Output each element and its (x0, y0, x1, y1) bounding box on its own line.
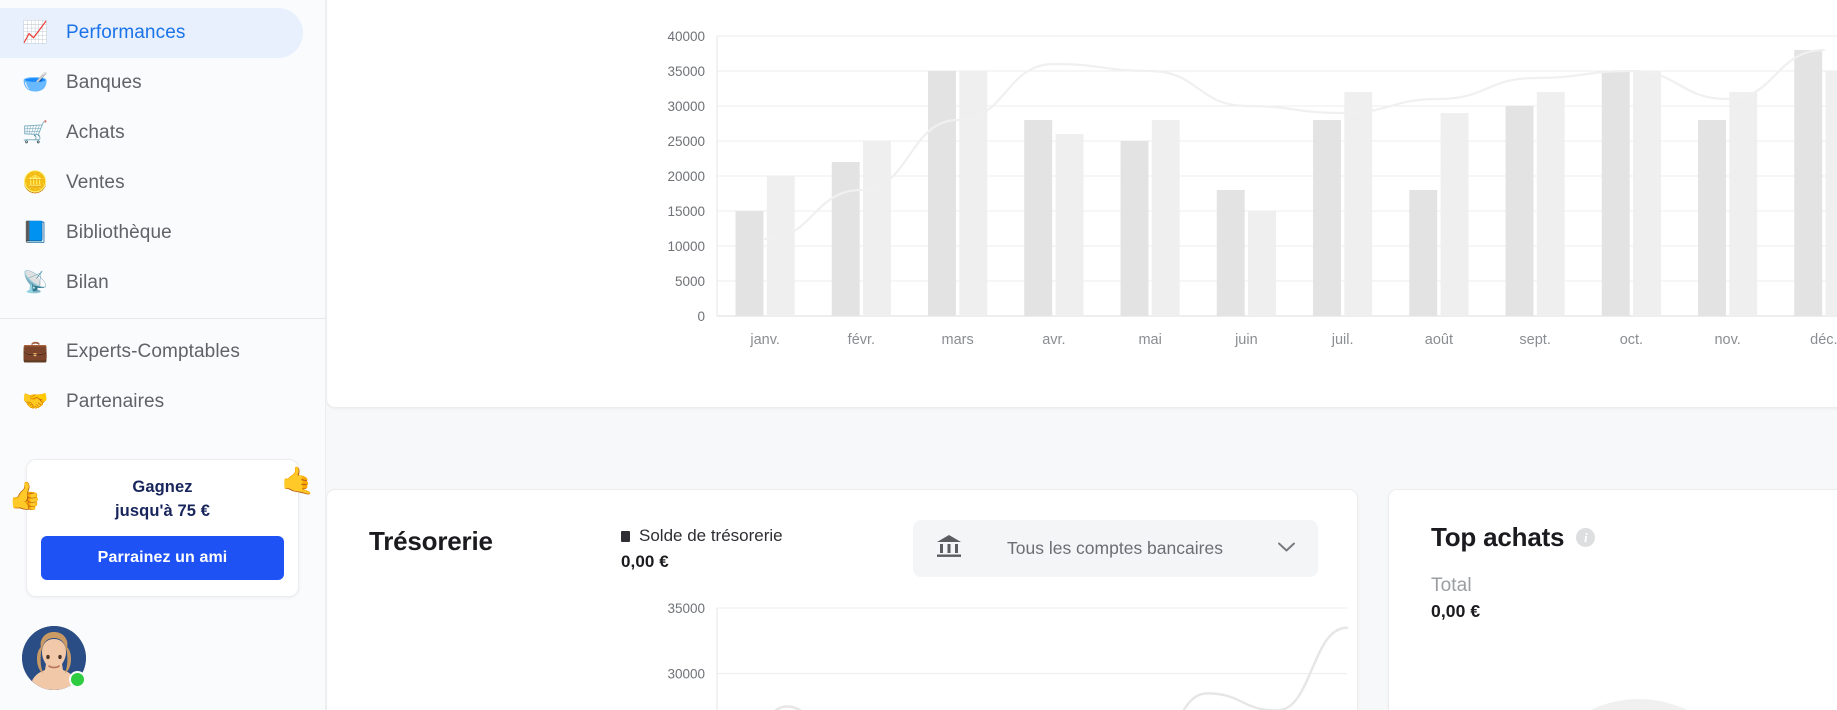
svg-text:févr.: févr. (848, 332, 875, 348)
performances-bar-chart[interactable]: 0 5000 10000 15000 20000 25000 30000 35000 40000… (327, 0, 1837, 409)
legend-swatch-icon (621, 530, 630, 542)
main-content: 0 5000 10000 15000 20000 25000 30000 35000 40000… (326, 0, 1837, 710)
svg-text:35000: 35000 (667, 64, 705, 79)
bank-bowl-icon: 🥣 (22, 71, 49, 94)
svg-text:avr.: avr. (1042, 332, 1065, 348)
promo-title: Gagnez (132, 478, 193, 496)
top-achats-card: Top achats i Total 0,00 € (1388, 489, 1837, 710)
svg-text:20000: 20000 (667, 169, 705, 184)
tresorerie-legend: Solde de trésorerie 0,00 € (621, 522, 913, 572)
sidebar-secondary-nav: 💼 Experts-Comptables 🤝 Partenaires (0, 327, 325, 427)
chevron-down-icon (1277, 540, 1296, 558)
briefcase-icon: 💼 (22, 340, 49, 363)
svg-text:5000: 5000 (675, 274, 705, 289)
promo-subtitle: jusqu'à 75 € (115, 501, 210, 520)
thumbs-up-icon: 👍 (8, 481, 42, 511)
top-achats-donut-wrapper (1389, 640, 1837, 710)
sidebar-item-label: Ventes (66, 172, 125, 193)
sidebar-item-banques[interactable]: 🥣 Banques (0, 58, 303, 108)
sidebar-item-performances[interactable]: 📈 Performances (0, 8, 303, 58)
coins-icon: 🪙 (22, 171, 49, 194)
tresorerie-header: Trésorerie Solde de trésorerie 0,00 € To… (327, 490, 1357, 577)
bank-icon (935, 533, 969, 564)
referral-promo-card: 👍 🤙 Gagnez jusqu'à 75 € Parrainez un ami (8, 459, 315, 597)
svg-text:août: août (1425, 332, 1453, 348)
svg-text:35000: 35000 (667, 601, 705, 616)
chart-increasing-icon: 📈 (22, 21, 49, 44)
sidebar-item-label: Banques (66, 72, 142, 93)
legend-label: Solde de trésorerie (639, 526, 783, 545)
svg-text:0: 0 (697, 309, 705, 324)
svg-text:15000: 15000 (667, 204, 705, 219)
sidebar-item-experts-comptables[interactable]: 💼 Experts-Comptables (0, 327, 303, 377)
svg-text:mars: mars (942, 332, 974, 348)
refer-a-friend-button[interactable]: Parrainez un ami (41, 535, 284, 580)
bank-account-select[interactable]: Tous les comptes bancaires (913, 520, 1318, 577)
svg-text:juin: juin (1234, 332, 1258, 348)
app-root: 📈 Performances 🥣 Banques 🛒 Achats 🪙 Vent… (0, 0, 1837, 710)
satellite-dish-icon: 📡 (22, 271, 49, 294)
svg-text:mai: mai (1138, 332, 1161, 348)
sidebar-item-label: Bibliothèque (66, 222, 172, 243)
tresorerie-card: Trésorerie Solde de trésorerie 0,00 € To… (326, 489, 1358, 710)
blue-book-icon: 📘 (22, 221, 49, 244)
bank-account-select-value: Tous les comptes bancaires (1007, 538, 1223, 558)
sidebar-item-label: Bilan (66, 272, 109, 293)
sidebar-item-bibliotheque[interactable]: 📘 Bibliothèque (0, 208, 303, 258)
call-me-hand-icon: 🤙 (281, 466, 315, 496)
svg-text:janv.: janv. (749, 332, 780, 348)
sidebar-item-achats[interactable]: 🛒 Achats (0, 108, 303, 158)
online-status-dot (69, 671, 86, 688)
svg-text:40000: 40000 (667, 29, 705, 44)
svg-text:30000: 30000 (667, 99, 705, 114)
shopping-cart-icon: 🛒 (22, 121, 49, 144)
performances-chart-card: 0 5000 10000 15000 20000 25000 30000 35000 40000… (326, 0, 1837, 408)
svg-text:sept.: sept. (1519, 332, 1550, 348)
sidebar-item-bilan[interactable]: 📡 Bilan (0, 258, 303, 308)
sidebar-primary-nav: 📈 Performances 🥣 Banques 🛒 Achats 🪙 Vent… (0, 8, 325, 308)
legend-value: 0,00 € (621, 552, 669, 571)
sidebar-item-label: Experts-Comptables (66, 341, 240, 362)
sidebar-item-label: Performances (66, 22, 186, 43)
svg-text:nov.: nov. (1714, 332, 1740, 348)
sidebar-item-label: Partenaires (66, 391, 165, 412)
top-achats-total-value: 0,00 € (1431, 601, 1481, 621)
sidebar-item-label: Achats (66, 122, 125, 143)
svg-text:10000: 10000 (667, 239, 705, 254)
svg-text:juil.: juil. (1331, 332, 1354, 348)
svg-text:oct.: oct. (1620, 332, 1643, 348)
top-achats-title: Top achats (1431, 522, 1565, 552)
sidebar: 📈 Performances 🥣 Banques 🛒 Achats 🪙 Vent… (0, 0, 326, 710)
svg-text:30000: 30000 (667, 667, 705, 682)
donut-chart-placeholder[interactable] (1469, 640, 1809, 710)
user-avatar-wrapper[interactable] (22, 626, 86, 690)
tresorerie-line-chart[interactable]: 250003000035000 (327, 590, 1359, 710)
sidebar-divider (0, 318, 325, 319)
top-achats-header: Top achats i (1389, 490, 1837, 553)
sidebar-item-ventes[interactable]: 🪙 Ventes (0, 158, 303, 208)
sidebar-item-partenaires[interactable]: 🤝 Partenaires (0, 377, 303, 427)
handshake-icon: 🤝 (22, 390, 49, 413)
svg-text:déc.: déc. (1810, 332, 1837, 348)
svg-text:25000: 25000 (667, 134, 705, 149)
top-achats-total-label: Total (1431, 575, 1472, 596)
tresorerie-title: Trésorerie (369, 526, 493, 556)
info-icon[interactable]: i (1576, 528, 1596, 547)
